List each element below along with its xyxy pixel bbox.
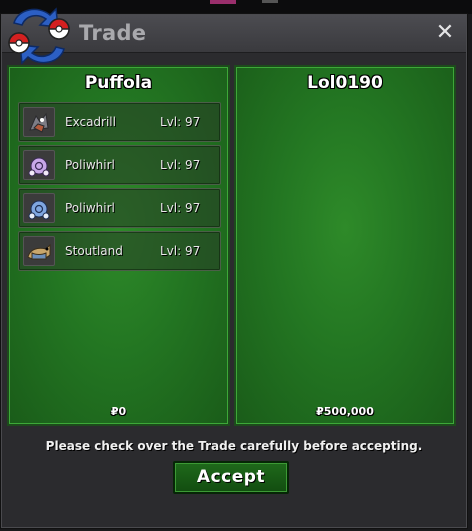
pokemon-level: Lvl: 97	[160, 115, 201, 129]
screen-background: Trade ✕ Puffola Excadrill Lvl: 97 Poliwh…	[0, 0, 472, 531]
pokemon-name: Excadrill	[65, 115, 116, 129]
top-strip-accent	[210, 0, 236, 4]
pokemon-name: Poliwhirl	[65, 201, 115, 215]
trade-notice: Please check over the Trade carefully be…	[45, 439, 423, 453]
pokemon-name: Poliwhirl	[65, 158, 115, 172]
right-trade-panel: Lol0190 ₽500,000	[234, 65, 456, 426]
pokemon-level: Lvl: 97	[160, 244, 201, 258]
pokemon-slot[interactable]: Poliwhirl Lvl: 97	[18, 145, 221, 185]
right-money-offer: ₽500,000	[316, 405, 374, 418]
stoutland-icon	[23, 236, 55, 266]
accept-button[interactable]: Accept	[173, 461, 289, 494]
top-strip-accent-2	[262, 0, 278, 3]
right-player-name: Lol0190	[307, 73, 383, 93]
left-money-offer: ₽0	[110, 405, 127, 418]
poliwhirl-icon	[23, 150, 55, 180]
poliwhirl-icon	[23, 193, 55, 223]
pokemon-slot[interactable]: Excadrill Lvl: 97	[18, 102, 221, 142]
trade-logo-icon	[8, 7, 70, 65]
close-icon[interactable]: ✕	[432, 19, 458, 47]
left-player-name: Puffola	[84, 73, 153, 93]
pokemon-name: Stoutland	[65, 244, 123, 258]
left-pokemon-list: Excadrill Lvl: 97 Poliwhirl Lvl: 97 Poli…	[18, 102, 221, 274]
left-trade-panel: Puffola Excadrill Lvl: 97 Poliwhirl Lvl:…	[7, 65, 230, 426]
pokemon-slot[interactable]: Poliwhirl Lvl: 97	[18, 188, 221, 228]
pokemon-slot[interactable]: Stoutland Lvl: 97	[18, 231, 221, 271]
excadrill-icon	[23, 107, 55, 137]
pokemon-level: Lvl: 97	[160, 201, 201, 215]
pokemon-level: Lvl: 97	[160, 158, 201, 172]
window-title: Trade	[79, 21, 147, 45]
trade-window: Trade ✕ Puffola Excadrill Lvl: 97 Poliwh…	[1, 7, 467, 528]
